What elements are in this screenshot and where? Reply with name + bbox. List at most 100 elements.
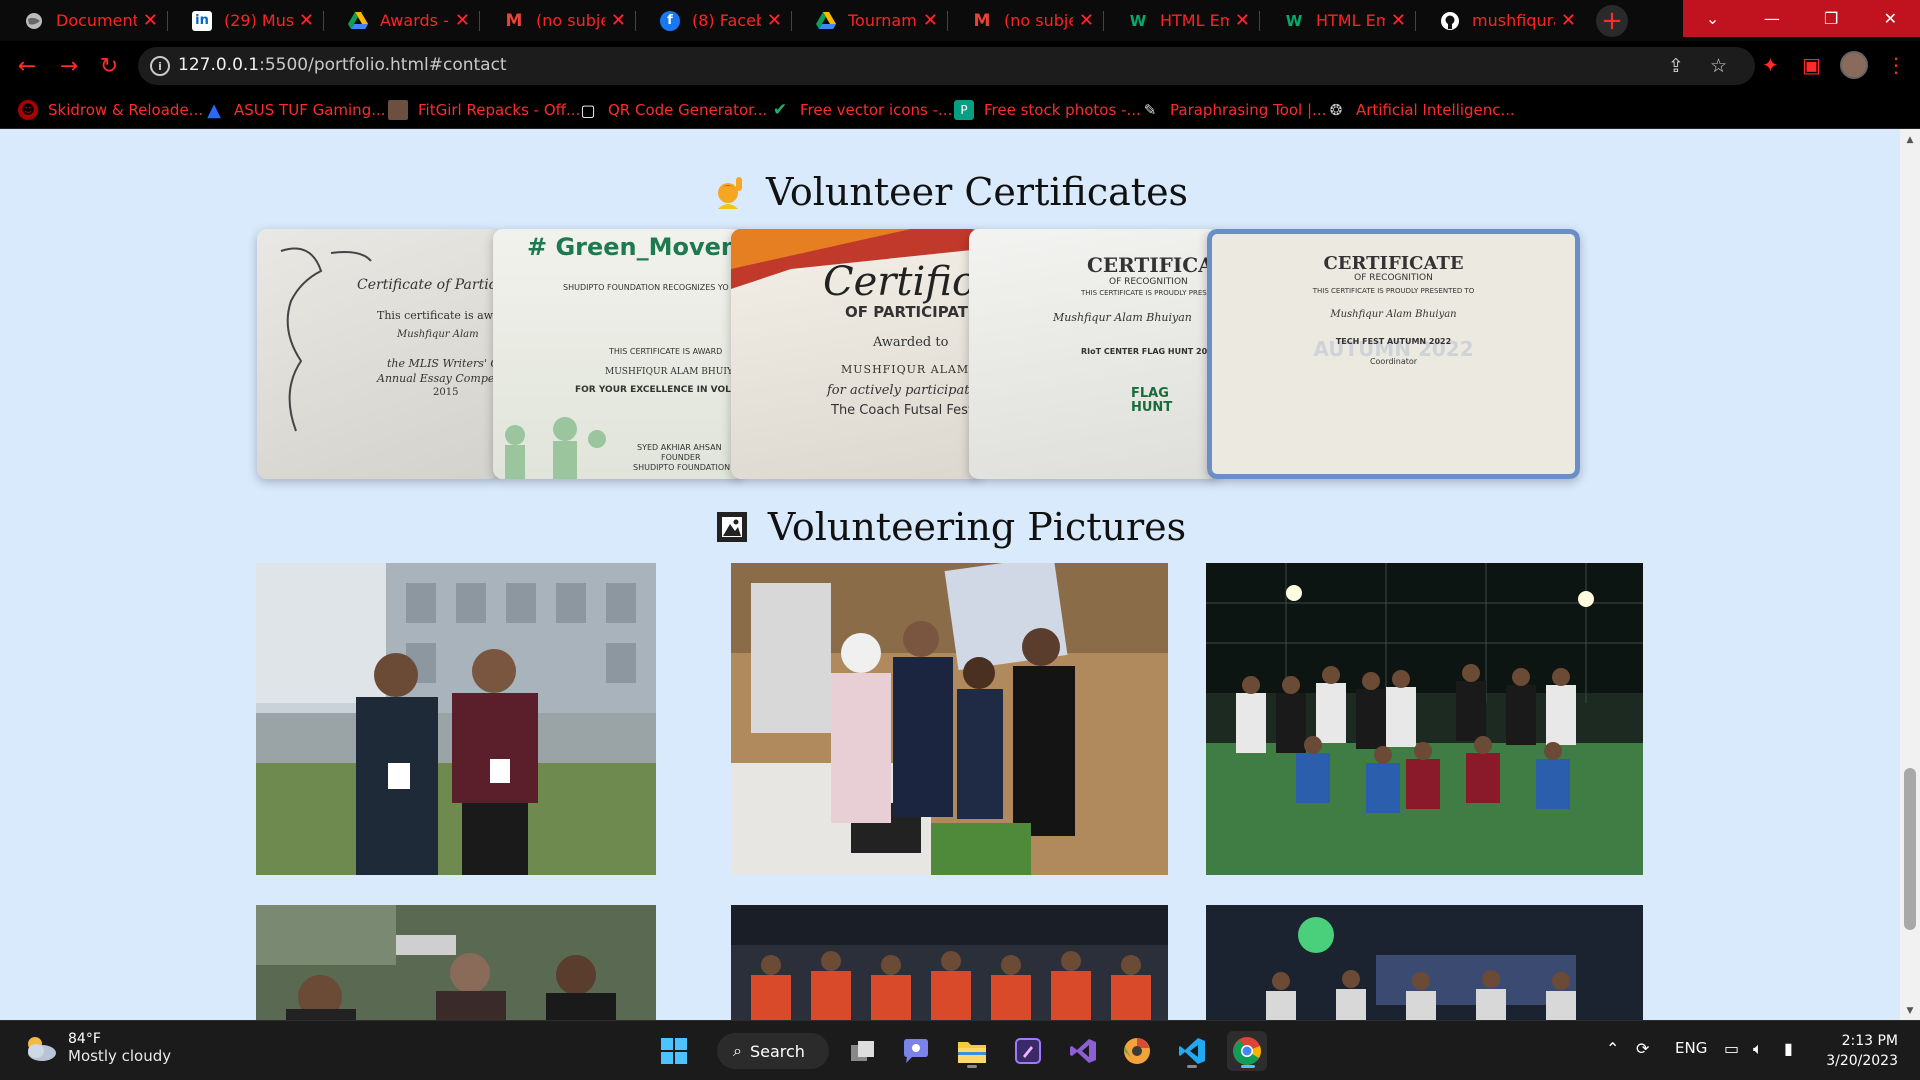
chrome-canary-icon[interactable] bbox=[1117, 1031, 1157, 1071]
github-icon bbox=[1440, 11, 1460, 31]
clock-time: 2:13 PM bbox=[1841, 1033, 1898, 1049]
globe-icon bbox=[24, 11, 44, 31]
tab-w3schools-1[interactable]: W HTML Emo ✕ bbox=[1104, 0, 1260, 41]
site-info-icon[interactable]: i bbox=[150, 56, 170, 76]
bookmark-item[interactable]: ✎ Paraphrasing Tool |... bbox=[1140, 99, 1327, 121]
tab-gmail-1[interactable]: M (no subject) ✕ bbox=[480, 0, 636, 41]
certificate-card[interactable]: Certificate of Partic This certificate i… bbox=[257, 229, 499, 479]
volunteer-certificates-heading: Volunteer Certificates bbox=[0, 170, 1900, 214]
close-icon[interactable]: ✕ bbox=[143, 10, 158, 31]
bookmark-item[interactable]: ▢ QR Code Generator... bbox=[578, 99, 767, 121]
bookmark-item[interactable]: FitGirl Repacks - Off... bbox=[388, 99, 580, 121]
tab-drive-tournament[interactable]: Tournamen ✕ bbox=[792, 0, 948, 41]
language-indicator[interactable]: ENG bbox=[1675, 1039, 1707, 1057]
taskbar-search-button[interactable]: ⌕ Search bbox=[717, 1033, 829, 1069]
volunteer-photo[interactable] bbox=[1206, 563, 1643, 875]
tab-w3schools-2[interactable]: W HTML Emo ✕ bbox=[1260, 0, 1416, 41]
network-icon[interactable]: ▭ bbox=[1724, 1039, 1739, 1058]
certificate-card[interactable]: Certifica OF PARTICIPATIO Awarded to MUS… bbox=[731, 229, 981, 479]
search-icon: ⌕ bbox=[733, 1041, 742, 1060]
file-explorer-icon[interactable] bbox=[952, 1031, 992, 1071]
bookmark-item[interactable]: ▲ ASUS TUF Gaming... bbox=[204, 99, 385, 121]
certificate-card[interactable]: CERTIFICAT OF RECOGNITION THIS CERTIFICA… bbox=[969, 229, 1219, 479]
google-drive-icon bbox=[348, 11, 368, 31]
cloudy-weather-icon bbox=[22, 1034, 58, 1062]
close-icon[interactable]: ✕ bbox=[299, 10, 314, 31]
task-view-icon[interactable] bbox=[843, 1031, 883, 1071]
volunteer-photo[interactable] bbox=[256, 563, 656, 875]
side-panel-icon[interactable]: ▣ bbox=[1802, 53, 1821, 77]
battery-icon[interactable]: ▮ bbox=[1784, 1039, 1793, 1058]
visual-studio-icon[interactable] bbox=[1063, 1031, 1103, 1071]
bookmark-item[interactable]: ✔ Free vector icons -... bbox=[770, 99, 952, 121]
close-icon[interactable]: ✕ bbox=[1391, 10, 1406, 31]
windows-taskbar: 84°F Mostly cloudy ⌕ Search ⌃ ⟳ ENG ▭ 🔈︎… bbox=[0, 1020, 1920, 1080]
forward-button[interactable]: → bbox=[56, 53, 82, 79]
volunteer-photo[interactable] bbox=[731, 905, 1168, 1020]
tab-search-chevron-icon[interactable]: ⌄ bbox=[1683, 0, 1742, 37]
scroll-down-arrow-icon[interactable]: ▼ bbox=[1900, 1006, 1920, 1016]
tab-title: (8) Faceboo bbox=[692, 11, 761, 30]
close-icon[interactable]: ✕ bbox=[1235, 10, 1250, 31]
temperature: 84°F bbox=[68, 1031, 101, 1047]
extension-puzzle-icon[interactable]: ✦ bbox=[1762, 53, 1779, 77]
framed-picture-emoji-icon bbox=[714, 509, 750, 545]
teams-chat-icon[interactable] bbox=[896, 1031, 936, 1071]
tab-title: HTML Emo bbox=[1316, 11, 1385, 30]
profile-avatar[interactable] bbox=[1840, 51, 1868, 79]
vscode-icon[interactable] bbox=[1172, 1031, 1212, 1071]
close-window-button[interactable]: ✕ bbox=[1861, 0, 1920, 37]
tab-document[interactable]: Document ✕ bbox=[0, 0, 168, 41]
tab-linkedin[interactable]: in (29) Mushfi ✕ bbox=[168, 0, 324, 41]
volume-icon[interactable]: 🔈︎ bbox=[1753, 1039, 1763, 1059]
restore-button[interactable]: ❐ bbox=[1802, 0, 1861, 37]
page-scrollbar[interactable]: ▲ ▼ bbox=[1900, 129, 1920, 1020]
share-icon[interactable]: ⇪ bbox=[1668, 55, 1684, 77]
reload-button[interactable]: ↻ bbox=[96, 53, 122, 79]
tab-title: (no subject bbox=[1004, 11, 1073, 30]
system-clock[interactable]: 2:13 PM 3/20/2023 bbox=[1818, 1031, 1898, 1071]
tab-github[interactable]: mushfiqura ✕ bbox=[1416, 0, 1586, 41]
tab-drive-awards[interactable]: Awards - G ✕ bbox=[324, 0, 480, 41]
tab-title: (no subject) bbox=[536, 11, 605, 30]
gmail-icon: M bbox=[505, 10, 523, 31]
address-bar[interactable]: i 127.0.0.1:5500/portfolio.html#contact … bbox=[138, 47, 1755, 85]
tab-strip: Document ✕ in (29) Mushfi ✕ Awards - G ✕… bbox=[0, 0, 1920, 41]
close-icon[interactable]: ✕ bbox=[923, 10, 938, 31]
tab-gmail-2[interactable]: M (no subject ✕ bbox=[948, 0, 1104, 41]
weather-widget[interactable]: 84°F Mostly cloudy bbox=[22, 1031, 171, 1065]
tab-title: Tournamen bbox=[848, 11, 917, 30]
scroll-up-arrow-icon[interactable]: ▲ bbox=[1900, 135, 1920, 145]
volunteer-photo[interactable] bbox=[1206, 905, 1643, 1020]
tab-facebook[interactable]: f (8) Faceboo ✕ bbox=[636, 0, 792, 41]
close-icon[interactable]: ✕ bbox=[1079, 10, 1094, 31]
certificates-gallery: Certificate of Partic This certificate i… bbox=[257, 229, 1580, 479]
bookmark-item[interactable]: ☻ Skidrow & Reloade... bbox=[18, 99, 203, 121]
windows-start-icon[interactable] bbox=[654, 1031, 694, 1071]
certificate-card[interactable]: # Green_Movement SHUDIPTO FOUNDATION REC… bbox=[493, 229, 743, 479]
volunteer-photo[interactable] bbox=[256, 905, 656, 1020]
close-icon[interactable]: ✕ bbox=[611, 10, 626, 31]
bookmark-item[interactable]: P Free stock photos -... bbox=[954, 99, 1141, 121]
show-hidden-icons-chevron-icon[interactable]: ⌃ bbox=[1606, 1039, 1619, 1058]
close-icon[interactable]: ✕ bbox=[1561, 10, 1576, 31]
w3schools-icon: W bbox=[1285, 11, 1303, 30]
menu-dots-icon[interactable]: ⋮ bbox=[1886, 53, 1906, 77]
screen-recorder-icon[interactable] bbox=[1008, 1031, 1048, 1071]
bookmark-star-icon[interactable]: ☆ bbox=[1710, 55, 1727, 77]
tab-title: HTML Emo bbox=[1160, 11, 1229, 30]
close-icon[interactable]: ✕ bbox=[455, 10, 470, 31]
certificate-card[interactable]: CERTIFICATE OF RECOGNITION THIS CERTIFIC… bbox=[1207, 229, 1580, 479]
volunteer-photo[interactable] bbox=[731, 563, 1168, 875]
back-button[interactable]: ← bbox=[14, 53, 40, 79]
new-tab-button[interactable]: + bbox=[1596, 5, 1628, 37]
facebook-icon: f bbox=[660, 10, 680, 31]
url-text[interactable]: 127.0.0.1:5500/portfolio.html#contact bbox=[178, 55, 507, 75]
scrollbar-thumb[interactable] bbox=[1904, 768, 1916, 930]
quillbot-icon: ✎ bbox=[1143, 101, 1157, 119]
bookmark-item[interactable]: ❂ Artificial Intelligenc... bbox=[1326, 99, 1515, 121]
minimize-button[interactable]: — bbox=[1742, 0, 1801, 37]
chrome-icon[interactable] bbox=[1227, 1031, 1267, 1071]
sync-icon[interactable]: ⟳ bbox=[1636, 1039, 1649, 1058]
close-icon[interactable]: ✕ bbox=[767, 10, 782, 31]
